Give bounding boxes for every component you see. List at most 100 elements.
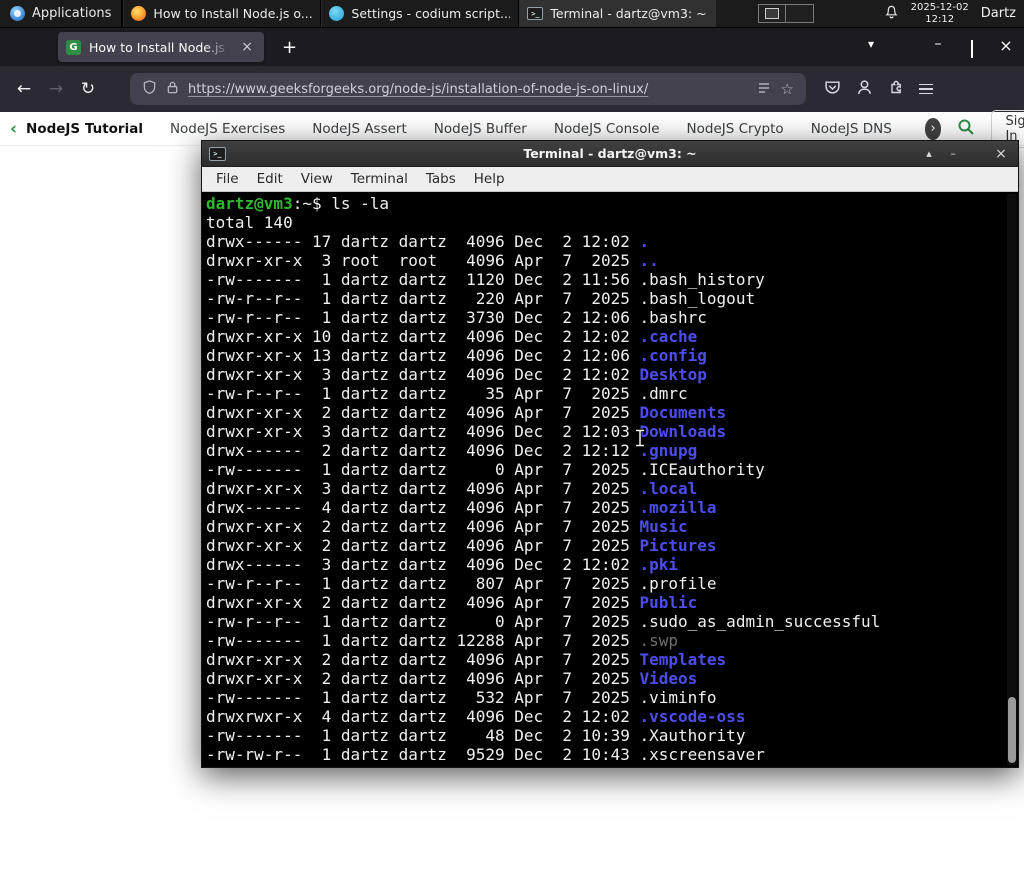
directory-name: Templates [639, 650, 727, 669]
directory-name: .gnupg [639, 441, 698, 460]
tab-close-button[interactable]: × [238, 39, 256, 55]
file-metadata: drwxr-xr-x 2 dartz dartz 4096 Apr 7 2025 [206, 669, 640, 688]
terminal-scrollbar[interactable] [1007, 194, 1017, 765]
extensions-icon[interactable] [888, 79, 904, 99]
reload-button[interactable]: ↻ [72, 73, 104, 105]
list-all-tabs-button[interactable]: ▾ [868, 37, 874, 51]
clock-time: 12:12 [925, 13, 955, 25]
gfg-nav-buffer[interactable]: NodeJS Buffer [434, 121, 527, 137]
reader-mode-icon[interactable] [757, 80, 771, 99]
workspace-2[interactable] [786, 4, 815, 23]
workspace-window-thumbnail [765, 8, 780, 19]
file-metadata: -rw------- 1 dartz dartz 12288 Apr 7 202… [206, 631, 640, 650]
gfg-nav-console[interactable]: NodeJS Console [554, 121, 660, 137]
forward-button[interactable]: → [40, 73, 72, 105]
directory-name: Videos [639, 669, 698, 688]
file-metadata: drwxr-xr-x 3 dartz dartz 4096 Dec 2 12:0… [206, 365, 640, 384]
gfg-favicon: G [66, 39, 81, 55]
directory-name: Public [639, 593, 698, 612]
file-metadata: drwx------ 17 dartz dartz 4096 Dec 2 12:… [206, 232, 640, 251]
file-metadata: -rw------- 1 dartz dartz 1120 Dec 2 11:5… [206, 270, 640, 289]
browser-minimize-button[interactable]: – [926, 36, 950, 52]
nav-scroll-left-icon[interactable]: ‹ [10, 119, 17, 139]
menu-edit[interactable]: Edit [248, 171, 292, 187]
tracking-protection-shield-icon[interactable] [142, 79, 157, 99]
directory-name: .cache [639, 327, 698, 346]
terminal-shade-button[interactable]: ▴ [919, 145, 939, 163]
terminal-output-line: drwxr-xr-x 3 root root 4096 Apr 7 2025 .… [206, 251, 1018, 270]
directory-name: .mozilla [639, 498, 717, 517]
pocket-icon[interactable] [824, 79, 841, 100]
terminal-window-controls: ▴ – × [919, 145, 1011, 163]
terminal-prompt-line: dartz@vm3:~$ ls -la [206, 194, 1018, 213]
directory-name: Desktop [639, 365, 707, 384]
menu-help[interactable]: Help [465, 171, 514, 187]
url-bar[interactable]: https://www.geeksforgeeks.org/node-js/in… [130, 73, 806, 105]
terminal-output-line: -rw-rw-r-- 1 dartz dartz 9529 Dec 2 10:4… [206, 745, 1018, 764]
taskbar-window-terminal[interactable]: >_ Terminal - dartz@vm3: ~ [518, 0, 717, 27]
browser-toolbar: ← → ↻ https://www.geeksforgeeks.org/node… [0, 66, 1024, 112]
menu-view[interactable]: View [292, 171, 342, 187]
directory-name: Downloads [639, 422, 727, 441]
new-tab-button[interactable]: + [276, 37, 303, 58]
clock[interactable]: 2025-12-02 12:12 [911, 2, 969, 25]
applications-menu-button[interactable]: Applications [0, 0, 121, 27]
file-metadata: drwxr-xr-x 2 dartz dartz 4096 Apr 7 2025 [206, 593, 640, 612]
terminal-close-button[interactable]: × [991, 145, 1011, 163]
file-metadata: -rw------- 1 dartz dartz 0 Apr 7 2025 [206, 460, 640, 479]
terminal-output-line: drwxr-xr-x 2 dartz dartz 4096 Apr 7 2025… [206, 403, 1018, 422]
terminal-viewport[interactable]: dartz@vm3:~$ ls -la total 140 drwx------… [202, 192, 1018, 767]
terminal-output-line: -rw-r--r-- 1 dartz dartz 35 Apr 7 2025 .… [206, 384, 1018, 403]
prompt-user-host: dartz@vm3 [206, 194, 293, 213]
browser-tab[interactable]: G How to Install Node.js on × [58, 32, 264, 62]
file-metadata: drwxr-xr-x 2 dartz dartz 4096 Apr 7 2025 [206, 517, 640, 536]
terminal-output-line: drwxr-xr-x 10 dartz dartz 4096 Dec 2 12:… [206, 327, 1018, 346]
file-name: .bash_history [639, 270, 765, 289]
terminal-output-line: -rw------- 1 dartz dartz 0 Apr 7 2025 .I… [206, 460, 1018, 479]
lock-icon[interactable] [166, 80, 179, 99]
bookmark-star-icon[interactable]: ☆ [781, 80, 794, 98]
file-metadata: drwxr-xr-x 10 dartz dartz 4096 Dec 2 12:… [206, 327, 640, 346]
toolbar-right-icons [824, 79, 933, 100]
terminal-window: >_ Terminal - dartz@vm3: ~ ▴ – × File Ed… [201, 140, 1019, 768]
notification-bell-icon[interactable] [884, 4, 899, 24]
taskbar-window-firefox[interactable]: How to Install Node.js o... [122, 0, 320, 27]
gfg-nav-tutorial[interactable]: NodeJS Tutorial [26, 121, 143, 137]
taskbar-window-codium[interactable]: Settings - codium script... [320, 0, 518, 27]
gfg-nav-dns[interactable]: NodeJS DNS [811, 121, 892, 137]
terminal-scrollbar-thumb[interactable] [1008, 697, 1016, 763]
workspace-1[interactable] [758, 4, 787, 23]
terminal-minimize-button[interactable]: – [943, 145, 963, 163]
file-metadata: -rw-rw-r-- 1 dartz dartz 9529 Dec 2 10:4… [206, 745, 640, 764]
back-button[interactable]: ← [8, 73, 40, 105]
terminal-output-line: drwx------ 17 dartz dartz 4096 Dec 2 12:… [206, 232, 1018, 251]
gfg-search-icon[interactable] [957, 118, 975, 140]
gfg-nav-assert[interactable]: NodeJS Assert [312, 121, 407, 137]
taskbar-tray: 2025-12-02 12:12 Dartz [884, 0, 1024, 27]
terminal-command: ls -la [331, 194, 390, 213]
terminal-output-line: -rw------- 1 dartz dartz 1120 Dec 2 11:5… [206, 270, 1018, 289]
menu-file[interactable]: File [207, 171, 248, 187]
user-label: Dartz [980, 6, 1016, 21]
menu-tabs[interactable]: Tabs [417, 171, 465, 187]
taskbar-window-title: Settings - codium script... [351, 6, 511, 21]
account-icon[interactable] [856, 79, 873, 100]
nav-scroll-right-button[interactable]: › [924, 117, 942, 140]
gfg-nav-exercises[interactable]: NodeJS Exercises [170, 121, 285, 137]
workspace-switcher[interactable] [758, 4, 815, 23]
file-metadata: drwxr-xr-x 2 dartz dartz 4096 Apr 7 2025 [206, 403, 640, 422]
browser-maximize-button[interactable] [960, 40, 984, 58]
terminal-total-line: total 140 [206, 213, 293, 232]
browser-close-button[interactable]: × [994, 36, 1018, 55]
terminal-menubar: File Edit View Terminal Tabs Help [202, 167, 1018, 192]
terminal-titlebar[interactable]: >_ Terminal - dartz@vm3: ~ ▴ – × [202, 141, 1018, 167]
menu-hamburger-icon[interactable] [919, 83, 933, 95]
file-metadata: drwxr-xr-x 3 root root 4096 Apr 7 2025 [206, 251, 640, 270]
gfg-nav-crypto[interactable]: NodeJS Crypto [687, 121, 784, 137]
file-metadata: -rw------- 1 dartz dartz 532 Apr 7 2025 [206, 688, 640, 707]
file-name: .profile [639, 574, 717, 593]
menu-terminal[interactable]: Terminal [342, 171, 417, 187]
terminal-output-line: drwxr-xr-x 2 dartz dartz 4096 Apr 7 2025… [206, 517, 1018, 536]
file-metadata: drwxr-xr-x 13 dartz dartz 4096 Dec 2 12:… [206, 346, 640, 365]
terminal-output-line: drwxr-xr-x 2 dartz dartz 4096 Apr 7 2025… [206, 593, 1018, 612]
